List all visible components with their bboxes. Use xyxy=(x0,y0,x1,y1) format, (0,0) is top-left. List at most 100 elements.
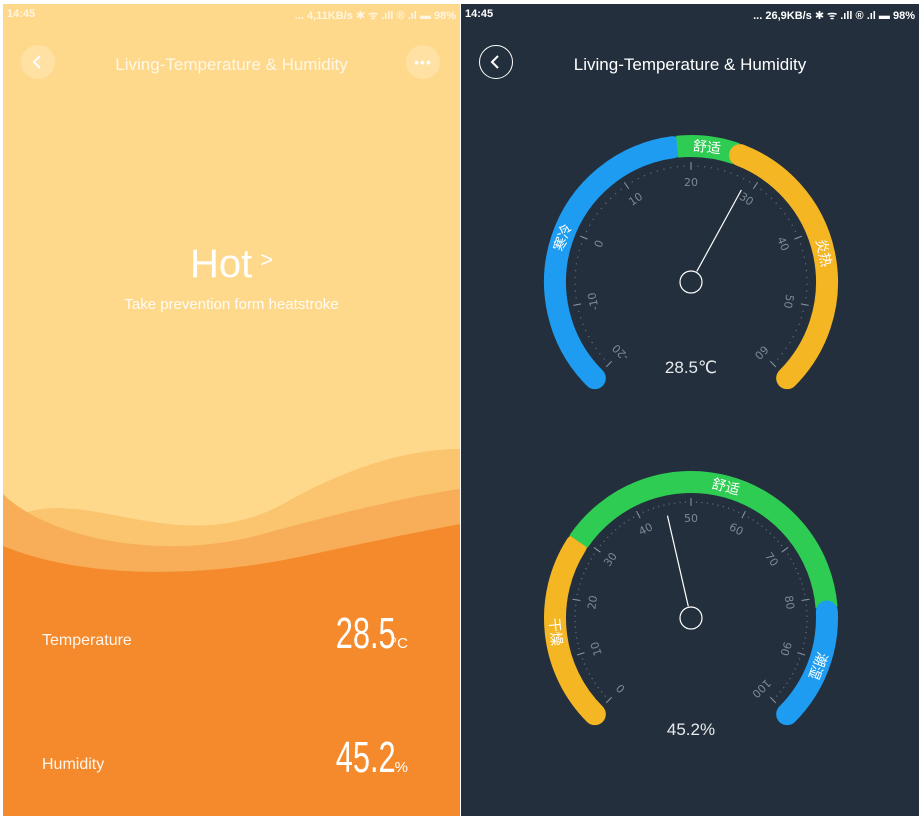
gauge-minor-tick xyxy=(803,642,805,645)
gauge-minor-tick xyxy=(794,230,797,233)
gauge-minor-tick xyxy=(697,165,699,167)
gauge-minor-tick xyxy=(779,691,782,693)
gauge-minor-tick xyxy=(603,540,605,542)
gauge-tick-label: 0 xyxy=(614,681,628,695)
gauge-minor-tick xyxy=(609,197,612,200)
gauge-minor-tick xyxy=(578,249,581,252)
gauge-minor-tick xyxy=(733,509,735,511)
gauge-minor-tick xyxy=(676,166,679,168)
gauge-major-tick xyxy=(593,547,601,553)
gauge-minor-tick xyxy=(590,558,592,560)
gauge-minor-tick xyxy=(642,511,644,513)
gauge-minor-tick xyxy=(805,290,808,292)
gauge-minor-tick xyxy=(585,230,588,233)
gauge-minor-tick xyxy=(757,522,759,524)
gauge-minor-tick xyxy=(730,172,732,174)
gauge-minor-tick xyxy=(650,172,652,174)
gauge-minor-tick xyxy=(588,673,591,675)
gauge-minor-tick xyxy=(776,695,778,697)
gauge-minor-tick xyxy=(791,673,794,675)
gauge-minor-tick xyxy=(805,269,808,272)
gauge-minor-tick xyxy=(802,588,805,590)
gauge-minor-tick xyxy=(800,317,803,319)
gauge-minor-tick xyxy=(584,329,587,332)
temperature-label: Temperature xyxy=(42,632,132,649)
more-button[interactable]: ••• xyxy=(406,45,440,79)
gauge-minor-tick xyxy=(581,578,583,580)
gauge-needle xyxy=(666,515,689,607)
chevron-right-icon: > xyxy=(260,247,274,272)
temperature-reading[interactable]: Temperature 28.5 °C xyxy=(3,596,460,656)
temperature-gauge: 寒冷 舒适 炎热 -20 -10 0 10 20 30 40 50 60 28.5℃ xyxy=(541,132,841,394)
gauge-minor-tick xyxy=(637,177,640,180)
gauge-zone-arc xyxy=(569,471,838,609)
gauge-minor-tick xyxy=(619,525,621,528)
gauge-minor-tick xyxy=(787,218,790,221)
gauge-zone-label: 寒冷 xyxy=(550,222,575,254)
gauge-minor-tick xyxy=(712,503,714,505)
gauge-minor-tick xyxy=(727,507,730,509)
gauge-minor-tick xyxy=(669,167,672,169)
status-bar: 14:45 ... 4,11KB/s ✱ ᯤ .ıll ® .ıl ▬ 98% xyxy=(3,4,460,26)
gauge-minor-tick xyxy=(806,283,808,285)
gauge-minor-tick xyxy=(769,532,772,535)
gauge-tick-label: 20 xyxy=(684,176,698,189)
gauge-minor-tick xyxy=(620,188,622,191)
gauge-minor-tick xyxy=(575,263,578,265)
gauge-minor-tick xyxy=(722,505,725,508)
gauge-minor-tick xyxy=(779,207,782,210)
gauge-minor-tick xyxy=(580,243,583,245)
gauge-tick-label: 10 xyxy=(588,640,605,657)
gauge-minor-tick xyxy=(604,695,606,697)
gauge-minor-tick xyxy=(597,686,599,689)
gauge-tick-label: -10 xyxy=(585,291,601,311)
gauge-minor-tick xyxy=(668,503,670,505)
gauge-minor-tick xyxy=(806,615,808,617)
gauge-minor-tick xyxy=(738,511,740,513)
gauge-minor-tick xyxy=(578,647,580,650)
gauge-minor-tick xyxy=(579,317,582,319)
gauge-minor-tick xyxy=(606,536,609,538)
humidity-gauge: 干燥 舒适 潮湿 0 10 20 30 40 50 60 70 80 90 100 45.2% xyxy=(541,468,841,748)
gauge-minor-tick xyxy=(798,658,801,660)
gauge-minor-tick xyxy=(790,558,792,560)
gauge-minor-tick xyxy=(599,544,602,547)
gauge-minor-tick xyxy=(760,188,762,191)
gauge-minor-tick xyxy=(575,297,577,299)
gauge-minor-tick xyxy=(585,567,587,570)
gauge-minor-tick xyxy=(802,310,804,312)
gauge-major-tick xyxy=(579,235,588,240)
status-indicators: ... 4,11KB/s ✱ ᯤ .ıll ® .ıl ▬ 98% xyxy=(294,10,456,22)
gauge-major-tick xyxy=(801,598,810,601)
gauge-minor-tick xyxy=(765,193,768,195)
page-title: Living-Temperature & Humidity xyxy=(115,55,348,74)
gauge-minor-tick xyxy=(579,583,581,585)
comfort-status-word: Hot xyxy=(189,242,253,286)
humidity-reading[interactable]: Humidity 45.2 % xyxy=(3,720,460,780)
gauge-tick-label: 80 xyxy=(782,595,797,611)
gauge-minor-tick xyxy=(596,213,598,215)
gauge-minor-tick xyxy=(748,181,751,183)
status-time: 14:45 xyxy=(465,8,494,20)
gauge-minor-tick xyxy=(717,168,719,170)
gauge-minor-tick xyxy=(591,341,593,344)
gauge-minor-tick xyxy=(643,175,646,177)
gauge-minor-tick xyxy=(752,519,754,521)
gauge-minor-tick xyxy=(581,658,584,660)
gauge-minor-tick xyxy=(591,677,593,680)
gauge-minor-tick xyxy=(795,567,797,570)
gauge-minor-tick xyxy=(792,563,795,565)
temperature-gauge-readout: 28.5℃ xyxy=(664,358,718,377)
gauge-minor-tick xyxy=(805,604,807,606)
more-dots-icon: ••• xyxy=(414,54,432,70)
gauge-tick-label: 70 xyxy=(762,550,781,569)
nav-bar: Living-Temperature & Humidity xyxy=(461,44,919,84)
gauge-minor-tick xyxy=(576,593,579,596)
gauge-minor-tick xyxy=(802,647,804,650)
gauge-minor-tick xyxy=(801,249,804,252)
gauge-minor-tick xyxy=(578,310,580,312)
comfort-status[interactable]: Hot > xyxy=(3,242,460,287)
humidity-gauge-readout: 45.2% xyxy=(666,720,716,739)
gauge-minor-tick xyxy=(789,677,791,680)
gauge-minor-tick xyxy=(657,505,660,508)
